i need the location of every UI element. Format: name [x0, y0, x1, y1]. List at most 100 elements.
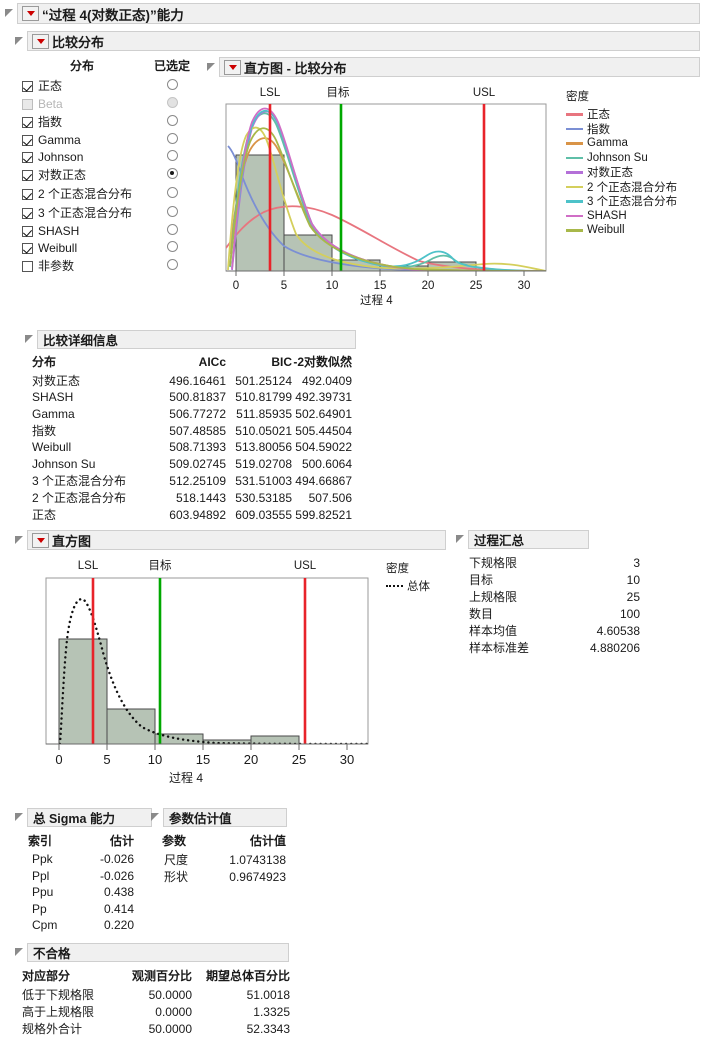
radio-9[interactable]: [166, 240, 178, 252]
table-row: SHASH 500.81837 510.81799 492.39731: [32, 389, 352, 406]
target-label-top: 目标: [327, 86, 350, 99]
legend-label: 3 个正态混合分布: [587, 196, 678, 209]
red-triangle-menu-histogram[interactable]: [32, 532, 49, 548]
checkbox-4[interactable]: [22, 151, 33, 163]
legend-row: SHASH: [566, 209, 701, 224]
table-cell: 507.48585: [169, 423, 226, 438]
table-cell: 500.81837: [169, 390, 226, 405]
histogram-compare-plot[interactable]: LSL 目标 USL 0 5 10 15 20 25 30 过程 4: [214, 84, 558, 307]
disclosure-triangle-parameter-estimates[interactable]: [150, 812, 161, 823]
disclosure-triangle-window[interactable]: [4, 8, 15, 19]
radio-8[interactable]: [166, 223, 178, 235]
distribution-radio-cell: [142, 184, 202, 203]
table-row: 高于上规格限 0.0000 1.3325: [22, 1003, 290, 1020]
radio-6[interactable]: [166, 186, 178, 198]
legend-row: 指数: [566, 122, 701, 137]
table-row: 对数正态 496.16461 501.25124 492.0409: [32, 372, 352, 389]
table-cell: 正态: [32, 508, 57, 522]
table-cell: 496.16461: [169, 373, 226, 388]
checkbox-8[interactable]: [22, 225, 33, 237]
checkbox-7[interactable]: [22, 208, 33, 220]
compare-distributions-header-row: 比较分布: [14, 31, 700, 51]
window-title-bar: “过程 4(对数正态)”能力: [17, 3, 700, 24]
distribution-row: 指数: [22, 112, 202, 131]
checkbox-1: [22, 98, 33, 110]
disclosure-triangle-nonconformance[interactable]: [14, 947, 25, 958]
distribution-radio-cell: [142, 112, 202, 131]
nonconformance-header: 不合格: [27, 943, 289, 962]
table-row: Weibull 508.71393 513.80056 504.59022: [32, 439, 352, 456]
legend-label: Weibull: [587, 224, 625, 237]
histogram-plot[interactable]: LSL 目标 USL 0 5 10 15 20 25 30 过程 4: [26, 556, 386, 789]
red-triangle-menu-histogram-compare[interactable]: [224, 59, 241, 75]
table-row: 规格外合计 50.0000 52.3343: [22, 1020, 290, 1037]
svg-text:10: 10: [326, 280, 339, 292]
col-index: 索引: [28, 834, 53, 848]
table-cell: 目标: [469, 573, 494, 587]
radio-7[interactable]: [166, 205, 178, 217]
radio-0[interactable]: [166, 78, 178, 90]
svg-text:5: 5: [103, 752, 110, 767]
table-row: 正态 603.94892 609.03555 599.82521: [32, 506, 352, 523]
checkbox-0[interactable]: [22, 81, 33, 93]
table-cell: 样本均值: [469, 624, 518, 638]
table-cell: 0.414: [103, 901, 134, 916]
disclosure-triangle-histogram-compare[interactable]: [206, 62, 217, 73]
table-cell: 10: [626, 572, 640, 587]
disclosure-triangle-process-summary[interactable]: [455, 534, 466, 545]
overall-sigma-table: 索引 估计 Ppk -0.026 Ppl -0.026 Ppu 0.438 Pp 0.414 C…: [22, 832, 134, 934]
svg-text:30: 30: [518, 280, 531, 292]
col-expected-pct: 期望总体百分比: [205, 969, 290, 983]
lsl-label: LSL: [78, 560, 99, 572]
table-cell: 形状: [164, 870, 189, 884]
compare-distributions-title: 比较分布: [52, 34, 105, 50]
distribution-rows: 正态 Beta 指数 Gamma Johnson 对数正态 2 个正态混合分布 3 个正态混合…: [22, 76, 202, 275]
table-cell: 下规格限: [469, 556, 518, 570]
distribution-label: Beta: [38, 96, 63, 111]
legend-label-overall: 总体: [407, 581, 430, 594]
parameter-estimates-table: 参数 估计值 尺度 1.0743138 形状 0.9674923: [158, 832, 286, 885]
legend-swatch-icon: [566, 127, 583, 130]
table-row: Cpm 0.220: [22, 917, 134, 934]
x-axis-tick-labels: 0 5 10 15 20 25 30: [233, 280, 531, 292]
col-estimate: 估计: [109, 834, 134, 848]
checkbox-6[interactable]: [22, 189, 33, 201]
disclosure-triangle-histogram[interactable]: [14, 535, 25, 546]
overall-sigma-table-wrap: 索引 估计 Ppk -0.026 Ppl -0.026 Ppu 0.438 Pp 0.414 C…: [22, 832, 134, 934]
table-cell: -0.026: [99, 868, 134, 883]
table-cell: 504.59022: [295, 440, 352, 455]
overall-sigma-header: 总 Sigma 能力: [27, 808, 152, 827]
radio-10[interactable]: [166, 258, 178, 270]
table-cell: 502.64901: [295, 406, 352, 421]
x-axis-ticks: [235, 271, 525, 276]
table-row: Gamma 506.77272 511.85935 502.64901: [32, 406, 352, 423]
checkbox-9[interactable]: [22, 242, 33, 254]
distribution-checkbox-cell: 指数: [22, 112, 142, 131]
radio-4[interactable]: [166, 149, 178, 161]
distribution-row: SHASH: [22, 222, 202, 239]
checkbox-3[interactable]: [22, 134, 33, 146]
distribution-row: 非参数: [22, 256, 202, 275]
col-parameter: 参数: [162, 834, 187, 848]
histogram-compare-header-row: 直方图 - 比较分布: [206, 57, 700, 77]
checkbox-2[interactable]: [22, 117, 33, 129]
disclosure-triangle-compare-details[interactable]: [24, 334, 35, 345]
disclosure-triangle-overall-sigma[interactable]: [14, 812, 25, 823]
red-triangle-menu-window[interactable]: [22, 6, 39, 21]
compare-details-table-wrap: 分布 AICc BIC -2对数似然 对数正态 496.16461 501.2512…: [32, 353, 352, 523]
radio-3[interactable]: [166, 132, 178, 144]
table-cell: 501.25124: [235, 373, 292, 388]
legend-row: 3 个正态混合分布: [566, 194, 701, 209]
checkbox-5[interactable]: [22, 170, 33, 182]
process-summary-table: 下规格限 3 目标 10 上规格限 25 数目 100 样本均值 4.60538 样本标准差 4.88…: [465, 554, 640, 656]
radio-2[interactable]: [166, 114, 178, 126]
table-cell: 507.506: [308, 490, 352, 505]
radio-5[interactable]: [166, 167, 178, 179]
disclosure-triangle-compare-distributions[interactable]: [14, 36, 25, 47]
table-cell: 3 个正态混合分布: [32, 474, 127, 488]
checkbox-10[interactable]: [22, 261, 33, 273]
red-triangle-menu-compare-distributions[interactable]: [32, 33, 49, 49]
distribution-checkbox-cell: Johnson: [22, 148, 142, 165]
histogram-svg: LSL 目标 USL 0 5 10 15 20 25 30 过程 4: [45, 559, 369, 785]
distribution-radio-cell: [142, 131, 202, 148]
